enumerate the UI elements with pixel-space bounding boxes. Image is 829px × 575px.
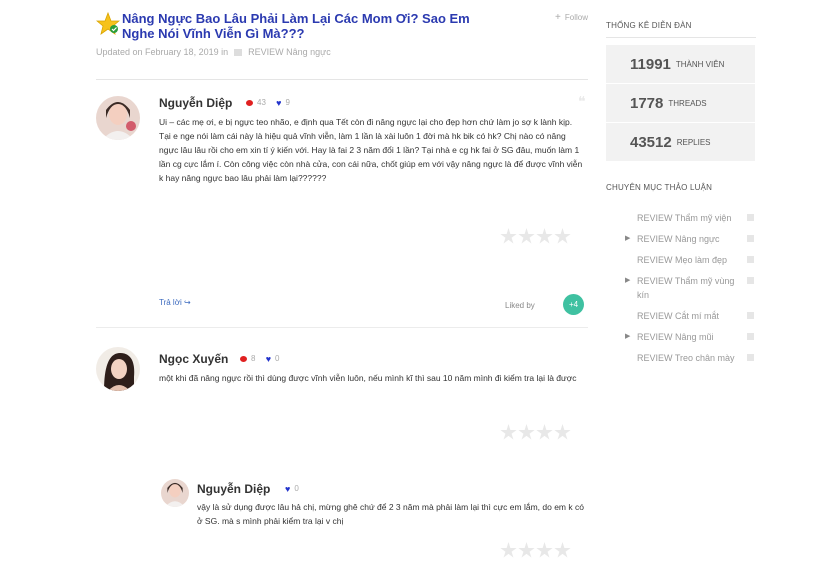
heart-icon: ♥ <box>265 354 272 364</box>
rating-stars[interactable] <box>500 424 571 441</box>
post-body: một khi đã nâng ngực rồi thì dùng được v… <box>159 373 577 383</box>
stat-value: 43512 <box>630 133 672 151</box>
forum-item[interactable]: REVIEW Treo chân mày <box>606 351 756 365</box>
forum-label: REVIEW Thẩm mỹ vùng kín <box>637 276 735 300</box>
forum-square-icon <box>747 333 754 340</box>
comment-icon <box>246 100 253 106</box>
divider <box>96 327 588 328</box>
rating-star[interactable] <box>518 542 535 558</box>
forum-label: REVIEW Nâng ngực <box>637 234 720 244</box>
topic-meta: Updated on February 18, 2019 in REVIEW N… <box>96 47 331 57</box>
rating-star[interactable] <box>518 228 535 244</box>
topic-header: Nâng Ngực Bao Lâu Phải Làm Lại Các Mom Ơ… <box>96 8 588 68</box>
stat-value: 11991 <box>630 55 671 73</box>
avatar[interactable] <box>96 347 140 391</box>
post-author[interactable]: Ngọc Xuyến <box>159 352 228 366</box>
rating-star[interactable] <box>554 228 571 244</box>
forum-label: REVIEW Mẹo làm đẹp <box>637 255 728 265</box>
follow-plus-icon: + <box>555 12 561 23</box>
forums-title: CHUYÊN MỤC THẢO LUẬN <box>606 183 713 192</box>
rating-star[interactable] <box>554 542 571 558</box>
comment-count: 43 <box>257 98 266 108</box>
stat-label: THREADS <box>668 98 707 108</box>
in-word: in <box>221 47 229 57</box>
folder-icon <box>233 49 242 57</box>
follow-label: Follow <box>564 13 588 22</box>
like-count: 9 <box>285 98 290 108</box>
share-icon: ↪ <box>183 298 191 307</box>
forum-item[interactable]: REVIEW Mẹo làm đẹp <box>606 253 756 267</box>
rating-star[interactable] <box>536 424 553 440</box>
avatar[interactable] <box>161 479 189 507</box>
stat-value: 1778 <box>630 94 664 112</box>
rating-star[interactable] <box>554 424 571 440</box>
stat-threads: 1778 THREADS <box>606 84 755 123</box>
liked-by-label: Liked by <box>505 301 535 310</box>
forum-label: REVIEW Treo chân mày <box>637 353 735 363</box>
forum-label: REVIEW Thẩm mỹ viện <box>637 213 732 223</box>
post-author[interactable]: Nguyễn Diệp <box>197 482 270 496</box>
liked-count-badge[interactable]: +4 <box>563 294 584 315</box>
forum-item[interactable]: ▶ REVIEW Nâng ngực <box>606 232 756 246</box>
post-author[interactable]: Nguyễn Diệp <box>159 96 232 110</box>
comment-icon <box>240 356 247 362</box>
post-counters: 8 ♥ 0 <box>240 354 279 364</box>
rating-stars[interactable] <box>500 228 571 245</box>
post-counters: ♥ 0 <box>285 484 299 494</box>
rating-star[interactable] <box>500 424 517 440</box>
forum-square-icon <box>747 256 754 263</box>
rating-star[interactable] <box>536 542 553 558</box>
quote-icon[interactable]: ❝ <box>578 93 586 110</box>
stat-label: REPLIES <box>676 137 711 147</box>
avatar[interactable] <box>96 96 140 140</box>
comment-count: 8 <box>251 354 256 364</box>
divider <box>606 37 756 38</box>
rating-star[interactable] <box>518 424 535 440</box>
divider <box>96 79 588 80</box>
chevron-right-icon[interactable]: ▶ <box>625 232 630 246</box>
updated-date: Updated on February 18, 2019 <box>96 47 219 57</box>
chevron-right-icon[interactable]: ▶ <box>625 330 630 344</box>
stats-title: THỐNG KÊ DIỄN ĐÀN <box>606 21 692 30</box>
rating-stars[interactable] <box>500 542 571 559</box>
category-link[interactable]: REVIEW Nâng ngực <box>248 47 331 57</box>
forum-square-icon <box>747 277 754 284</box>
post-body: vậy là sử dụng được lâu hả chị, mừng ghê… <box>197 502 584 526</box>
heart-icon: ♥ <box>276 98 282 108</box>
forum-list: REVIEW Thẩm mỹ viện ▶ REVIEW Nâng ngực R… <box>606 211 756 372</box>
reply-button[interactable]: Trả lời ↪ <box>159 298 191 307</box>
heart-icon: ♥ <box>285 484 291 494</box>
forum-square-icon <box>747 214 754 221</box>
topic-title[interactable]: Nâng Ngực Bao Lâu Phải Làm Lại Các Mom Ơ… <box>122 11 502 41</box>
forum-square-icon <box>747 354 754 361</box>
like-count: 0 <box>294 484 299 494</box>
forum-square-icon <box>747 235 754 242</box>
chevron-right-icon[interactable]: ▶ <box>625 274 630 288</box>
rating-star[interactable] <box>500 228 517 244</box>
forum-label: REVIEW Cắt mí mắt <box>637 311 720 321</box>
stat-members: 11991 THÀNH VIÊN <box>606 45 755 84</box>
forum-item[interactable]: ▶ REVIEW Nâng mũi <box>606 330 756 344</box>
star-icon <box>96 12 120 35</box>
forum-item[interactable]: REVIEW Cắt mí mắt <box>606 309 756 323</box>
stat-label: THÀNH VIÊN <box>675 59 725 69</box>
reply-label: Trả lời <box>159 298 182 307</box>
forum-label: REVIEW Nâng mũi <box>637 332 714 342</box>
stat-replies: 43512 REPLIES <box>606 123 755 162</box>
forum-square-icon <box>747 312 754 319</box>
follow-button[interactable]: + Follow <box>555 12 588 23</box>
rating-star[interactable] <box>536 228 553 244</box>
forum-item[interactable]: ▶ REVIEW Thẩm mỹ vùng kín <box>606 274 756 302</box>
post-body: Ui – các mẹ ơi, e bị ngực teo nhão, e đị… <box>159 117 583 183</box>
rating-star[interactable] <box>500 542 517 558</box>
stats-panel: 11991 THÀNH VIÊN 1778 THREADS 43512 REPL… <box>606 45 755 162</box>
post-counters: 43 ♥ 9 <box>246 98 290 108</box>
forum-item[interactable]: REVIEW Thẩm mỹ viện <box>606 211 756 225</box>
like-count: 0 <box>275 354 280 364</box>
